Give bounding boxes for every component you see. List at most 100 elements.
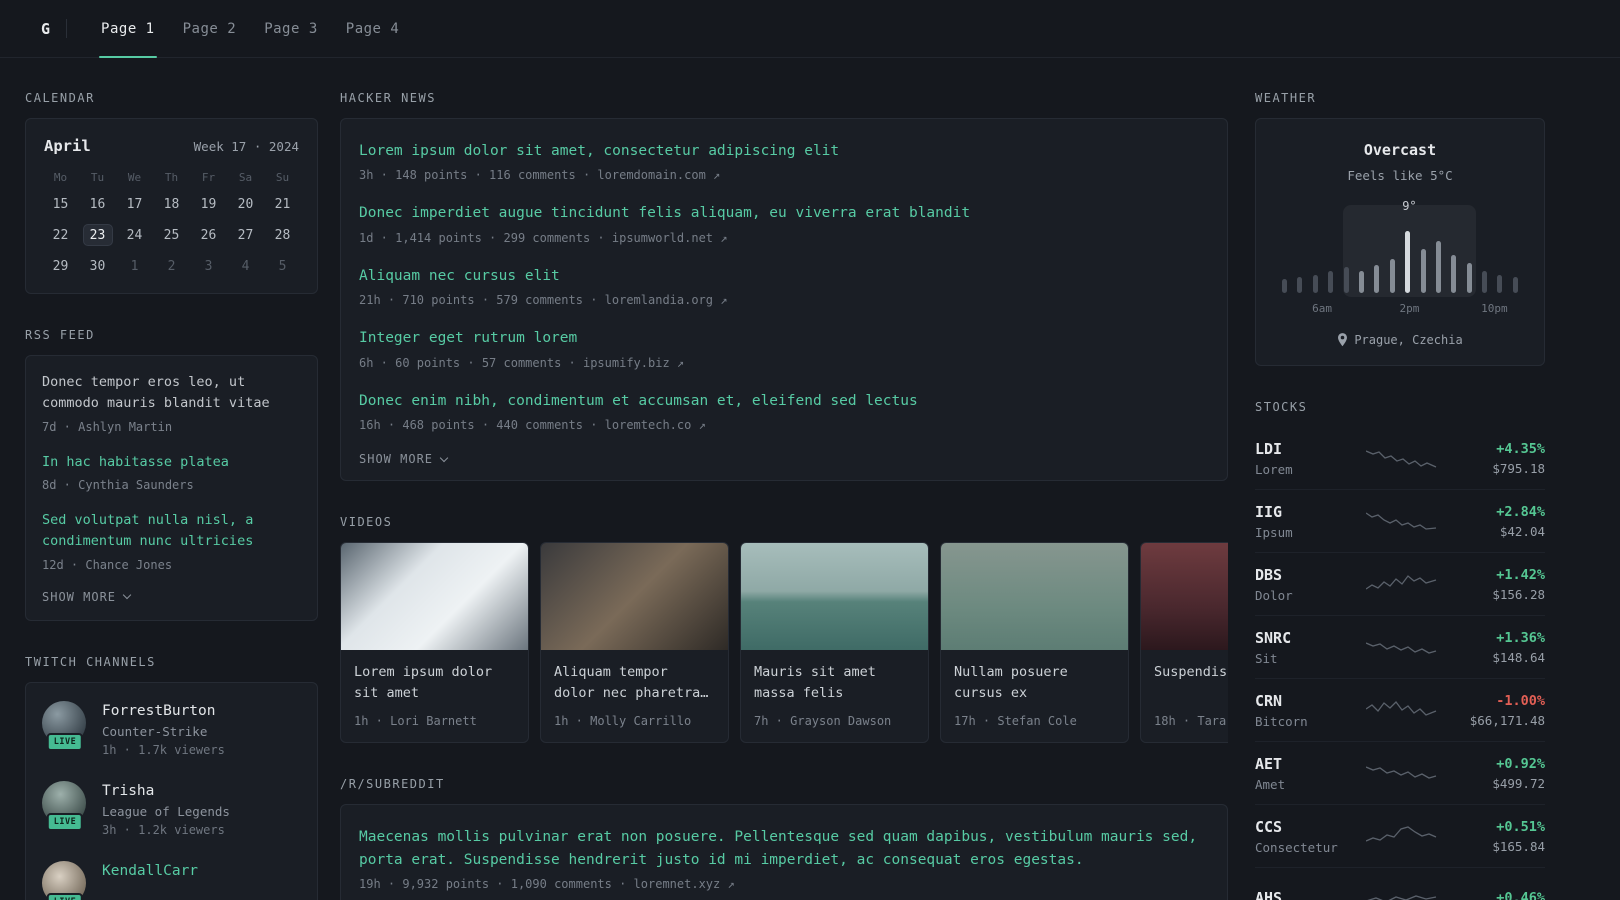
channel-avatar: LIVE: [42, 780, 88, 831]
weather-time-labels: 6am 2pm 10pm: [1282, 302, 1518, 317]
rss-item-meta: 12d · Chance Jones: [42, 557, 173, 572]
video-title: Aliquam tempor dolor nec pharetra…: [554, 664, 709, 702]
chevron-down-icon: [122, 590, 132, 600]
stock-change: +0.92%: [1496, 755, 1545, 772]
stock-row[interactable]: AHS +0.46%: [1255, 868, 1545, 900]
stock-symbol: CRN: [1255, 691, 1283, 710]
rss-show-more-button[interactable]: SHOW MORE: [42, 590, 301, 604]
calendar-day: 19: [200, 196, 217, 212]
external-link-icon: ↗: [727, 877, 735, 892]
channel-name[interactable]: KendallCarr: [102, 863, 198, 879]
calendar-day: 30: [89, 258, 106, 274]
calendar-day-selected: 23: [82, 224, 113, 246]
stock-name: Dolor: [1255, 587, 1293, 603]
video-meta: 7h · Grayson Dawson: [754, 714, 892, 729]
stock-symbol: LDI: [1255, 439, 1283, 458]
hn-item-title[interactable]: Integer eget rutrum lorem: [359, 327, 1209, 349]
channel-meta: 3h · 1.2k viewers: [102, 822, 225, 837]
stock-row[interactable]: DBS Dolor +1.42% $156.28: [1255, 553, 1545, 616]
rss-widget: RSS FEED Donec tempor eros leo, ut commo…: [25, 328, 318, 621]
video-card[interactable]: Lorem ipsum dolor sit amet consectetu… 1…: [340, 542, 529, 744]
hn-domain-link[interactable]: loremdomain.com: [597, 168, 705, 182]
hn-item: Donec imperdiet augue tincidunt felis al…: [359, 202, 1209, 244]
hn-domain-link[interactable]: loremtech.co: [605, 418, 692, 432]
videos-widget: VIDEOS Lorem ipsum dolor sit amet consec…: [340, 515, 1228, 744]
stock-name: Amet: [1255, 776, 1286, 792]
hn-meta-text: 21h · 710 points · 579 comments ·: [359, 293, 605, 308]
tab-page-2[interactable]: Page 2: [169, 0, 251, 57]
stock-sparkline: [1350, 823, 1455, 849]
twitch-channel-row[interactable]: LIVE KendallCarr: [42, 860, 301, 900]
hn-meta-text: 1d · 1,414 points · 299 comments ·: [359, 230, 612, 245]
weather-peak-temp: 9°: [1402, 199, 1417, 213]
hn-meta-text: 16h · 468 points · 440 comments ·: [359, 418, 605, 433]
hn-show-more-button[interactable]: SHOW MORE: [359, 452, 1209, 466]
tab-page-1[interactable]: Page 1: [87, 0, 169, 58]
rss-item: Donec tempor eros leo, ut commodo mauris…: [42, 372, 301, 434]
live-badge: LIVE: [46, 812, 84, 831]
hn-domain-link[interactable]: ipsumworld.net: [612, 231, 713, 245]
subreddit-widget-title: /R/SUBREDDIT: [340, 777, 445, 792]
channel-name[interactable]: Trisha: [102, 783, 230, 799]
rss-item-title[interactable]: In hac habitasse platea: [42, 452, 301, 473]
external-link-icon: ↗: [676, 355, 685, 370]
rss-item-title[interactable]: Sed volutpat nulla nisl, a condimentum n…: [42, 510, 301, 553]
stock-row[interactable]: CRN Bitcorn -1.00% $66,171.48: [1255, 679, 1545, 742]
tab-page-4[interactable]: Page 4: [332, 0, 414, 57]
hn-meta-text: 6h · 60 points · 57 comments ·: [359, 355, 583, 370]
video-card[interactable]: Mauris sit amet massa felis 7h · Grayson…: [740, 542, 929, 744]
subreddit-widget: /R/SUBREDDIT Maecenas mollis pulvinar er…: [340, 777, 1228, 900]
hn-domain-link[interactable]: loremlandia.org: [605, 293, 713, 307]
stock-symbol: DBS: [1255, 565, 1283, 584]
video-card[interactable]: Aliquam tempor dolor nec pharetra… 1h · …: [540, 542, 729, 744]
hn-item-title[interactable]: Donec imperdiet augue tincidunt felis al…: [359, 202, 1209, 224]
subreddit-domain-link[interactable]: loremnet.xyz: [634, 877, 721, 891]
hn-item: Aliquam nec cursus elit 21h · 710 points…: [359, 265, 1209, 307]
rss-item-title[interactable]: Donec tempor eros leo, ut commodo mauris…: [42, 372, 301, 415]
hn-item-title[interactable]: Lorem ipsum dolor sit amet, consectetur …: [359, 140, 1209, 162]
hn-domain-link[interactable]: ipsumify.biz: [583, 356, 670, 370]
video-title: Suspendisse diam: [1154, 664, 1228, 681]
calendar-day: 18: [163, 196, 180, 212]
subreddit-post-title[interactable]: Maecenas mollis pulvinar erat non posuer…: [359, 826, 1209, 871]
stock-row[interactable]: SNRC Sit +1.36% $148.64: [1255, 616, 1545, 679]
stock-row[interactable]: IIG Ipsum +2.84% $42.04: [1255, 490, 1545, 553]
stock-sparkline: [1350, 508, 1455, 534]
right-column: WEATHER Overcast Feels like 5°C 9° 6am 2…: [1255, 91, 1545, 900]
stock-price: $165.84: [1492, 838, 1545, 854]
external-link-icon: ↗: [713, 168, 721, 183]
video-card[interactable]: Nullam posuere cursus ex 17h · Stefan Co…: [940, 542, 1129, 744]
stock-sparkline: [1350, 445, 1455, 471]
app-logo[interactable]: G: [25, 0, 66, 57]
video-meta: 17h · Stefan Cole: [954, 714, 1077, 729]
stock-name: Bitcorn: [1255, 713, 1308, 729]
page-tabs: Page 1 Page 2 Page 3 Page 4: [87, 0, 414, 58]
stocks-widget: STOCKS LDI Lorem +4.35% $795.18 IIG Ipsu…: [1255, 400, 1545, 900]
stock-change: +2.84%: [1496, 503, 1545, 520]
hn-item-title[interactable]: Donec enim nibh, condimentum et accumsan…: [359, 390, 1209, 412]
weather-widget-title: WEATHER: [1255, 91, 1317, 105]
subreddit-meta-text: 19h · 9,932 points · 1,090 comments ·: [359, 877, 634, 892]
stock-sparkline: [1350, 571, 1455, 597]
channel-name[interactable]: ForrestBurton: [102, 703, 225, 719]
rss-item: In hac habitasse platea 8d · Cynthia Sau…: [42, 452, 301, 492]
stock-price: $499.72: [1492, 775, 1545, 791]
calendar-day-next-month: 5: [278, 258, 287, 274]
calendar-day: 15: [52, 196, 69, 212]
video-thumbnail: [341, 543, 528, 651]
video-card[interactable]: Suspendisse diam 18h · Tara: [1140, 542, 1228, 744]
hn-item-title[interactable]: Aliquam nec cursus elit: [359, 265, 1209, 287]
stock-row[interactable]: AET Amet +0.92% $499.72: [1255, 742, 1545, 805]
stock-sparkline: [1350, 697, 1455, 723]
hn-item-meta: 1d · 1,414 points · 299 comments · ipsum…: [359, 231, 1209, 245]
twitch-channel-row[interactable]: LIVE ForrestBurton Counter-Strike 1h · 1…: [42, 700, 301, 757]
twitch-channel-row[interactable]: LIVE Trisha League of Legends 3h · 1.2k …: [42, 780, 301, 837]
stock-row[interactable]: LDI Lorem +4.35% $795.18: [1255, 427, 1545, 490]
stock-symbol: CCS: [1255, 817, 1283, 836]
stock-row[interactable]: CCS Consectetur +0.51% $165.84: [1255, 805, 1545, 868]
tab-page-3[interactable]: Page 3: [250, 0, 332, 57]
time-label: 2pm: [1399, 302, 1420, 315]
stock-change: +1.36%: [1496, 629, 1545, 646]
subreddit-post-meta: 19h · 9,932 points · 1,090 comments · lo…: [359, 877, 1209, 891]
rss-card: Donec tempor eros leo, ut commodo mauris…: [25, 355, 318, 621]
